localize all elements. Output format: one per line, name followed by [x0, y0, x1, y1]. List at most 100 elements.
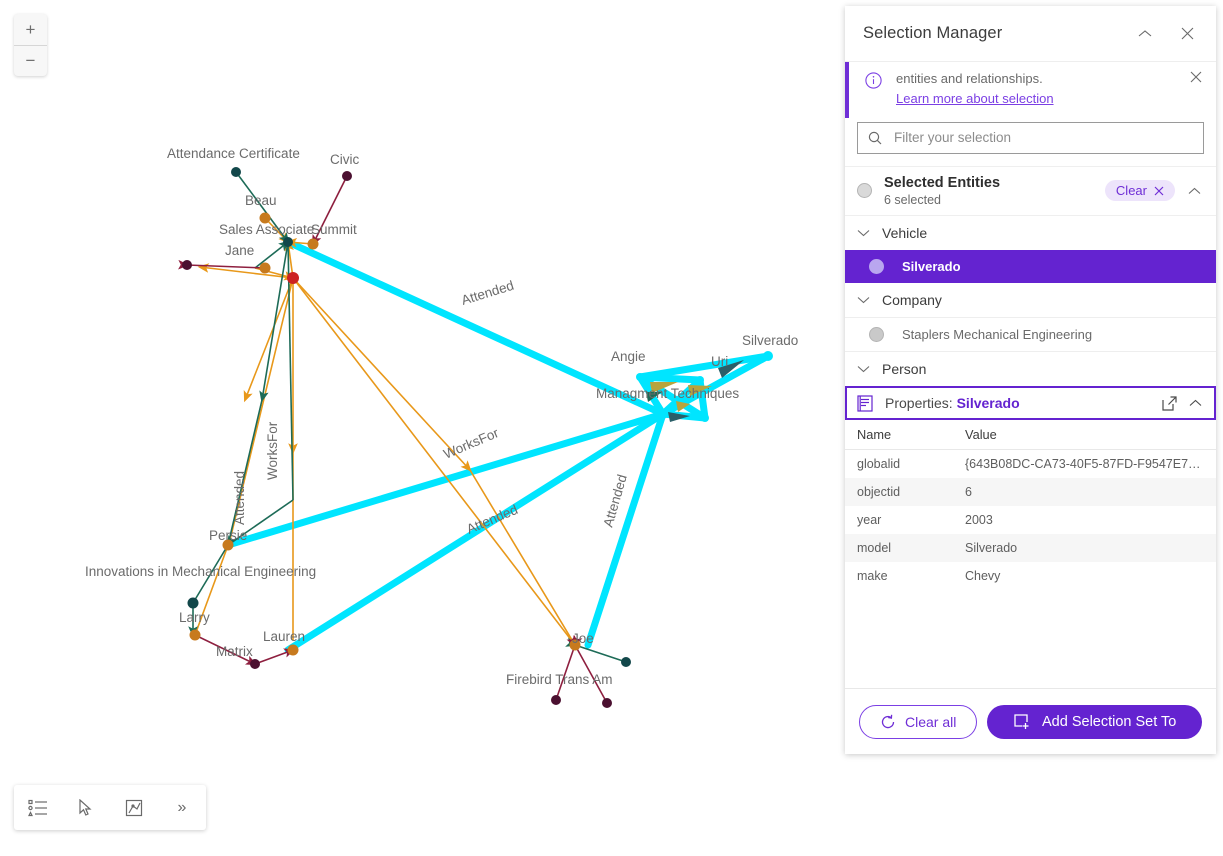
graph-node-label[interactable]: Larry	[179, 610, 210, 625]
clear-selection-button[interactable]: Clear	[1105, 180, 1175, 201]
graph-node-label[interactable]: Uri	[711, 354, 728, 369]
search-icon	[858, 131, 892, 145]
graph-bottom-toolbar[interactable]: »	[14, 785, 206, 830]
entity-radio[interactable]	[869, 259, 884, 274]
list-icon[interactable]	[14, 799, 62, 817]
graph-node-label[interactable]: Jane	[225, 243, 254, 258]
filter-input[interactable]	[892, 123, 1203, 153]
graph-node-label[interactable]: Beau	[245, 193, 277, 208]
close-panel-button[interactable]	[1166, 12, 1208, 56]
column-header-name: Name	[845, 427, 965, 442]
group-label: Company	[882, 292, 942, 308]
entity-label: Staplers Mechanical Engineering	[902, 327, 1092, 342]
properties-title-entity: Silverado	[957, 395, 1020, 411]
selected-entities-title: Selected Entities	[884, 175, 1105, 192]
group-label: Vehicle	[882, 225, 927, 241]
graph-node-label[interactable]: Silverado	[742, 333, 798, 348]
graph-edge-label: Attended	[459, 278, 515, 308]
properties-title-prefix: Properties:	[885, 395, 957, 411]
learn-more-link[interactable]: Learn more about selection	[896, 91, 1054, 106]
properties-header[interactable]: Properties: Silverado	[845, 386, 1216, 420]
chevron-down-icon	[857, 365, 870, 373]
info-banner: entities and relationships. Learn more a…	[845, 62, 1216, 118]
property-name: globalid	[845, 457, 965, 471]
info-icon	[865, 72, 882, 94]
selected-entities-count: 6 selected	[884, 193, 1105, 207]
add-selection-set-button[interactable]: Add Selection Set To	[987, 705, 1202, 739]
property-name: objectid	[845, 485, 965, 499]
properties-table: Name Value globalid{643B08DC-CA73-40F5-8…	[845, 420, 1216, 590]
group-label: Person	[882, 361, 926, 377]
open-in-new-window-icon[interactable]	[1156, 396, 1183, 411]
add-selection-label: Add Selection Set To	[1042, 714, 1176, 730]
property-value: 6	[965, 485, 1216, 499]
entity-row-staplers-mechanical-engineering[interactable]: Staplers Mechanical Engineering	[845, 317, 1216, 352]
property-value: 2003	[965, 513, 1216, 527]
graph-node-label[interactable]: Managment Techniques	[596, 386, 739, 401]
link-chart-canvas[interactable]: Attendance Certificate Civic Beau Sales Ass…	[0, 0, 845, 856]
info-message: entities and relationships.	[896, 70, 1188, 88]
column-header-value: Value	[965, 427, 1216, 442]
properties-row: objectid6	[845, 478, 1216, 506]
entity-radio[interactable]	[869, 327, 884, 342]
graph-node-label[interactable]: Innovations in Mechanical Engineering	[85, 564, 316, 579]
properties-table-header: Name Value	[845, 420, 1216, 450]
graph-node-label[interactable]: Lauren	[263, 629, 305, 644]
properties-row: modelSilverado	[845, 534, 1216, 562]
panel-footer: Clear all Add Selection Set To	[845, 688, 1216, 754]
zoom-out-button[interactable]: −	[14, 46, 47, 77]
collapse-properties-icon[interactable]	[1183, 399, 1208, 407]
clear-x-icon	[1154, 186, 1164, 196]
filter-row	[845, 118, 1216, 166]
selected-entities-texts: Selected Entities 6 selected	[884, 175, 1105, 208]
property-value: {643B08DC-CA73-40F5-87FD-F9547E7F99…	[965, 457, 1216, 471]
close-info-icon[interactable]	[1188, 70, 1204, 88]
graph-node-label[interactable]: Sales Associate	[219, 222, 314, 237]
properties-card: Properties: Silverado Name Value	[845, 386, 1216, 590]
graph-edge-label: Attended	[232, 471, 247, 525]
chevron-down-icon	[857, 229, 870, 237]
collapse-selected-entities-icon[interactable]	[1181, 187, 1208, 195]
group-header-company[interactable]: Company	[845, 283, 1216, 317]
properties-row: makeChevy	[845, 562, 1216, 590]
graph-node-label[interactable]: Persie	[209, 528, 247, 543]
reset-icon	[880, 714, 896, 730]
filter-box[interactable]	[857, 122, 1204, 154]
graph-node-label[interactable]: Summit	[311, 222, 357, 237]
properties-title: Properties: Silverado	[885, 395, 1156, 411]
app-root: Attendance Certificate Civic Beau Sales Ass…	[0, 0, 1223, 856]
zoom-controls[interactable]: + −	[14, 14, 47, 76]
zoom-in-button[interactable]: +	[14, 14, 47, 46]
clear-all-button[interactable]: Clear all	[859, 705, 977, 739]
more-icon[interactable]: »	[158, 799, 206, 817]
clear-all-label: Clear all	[905, 714, 956, 730]
selection-manager-panel: Selection Manager entities and relations…	[845, 6, 1216, 754]
graph-node-label[interactable]: Civic	[330, 152, 359, 167]
properties-rows: globalid{643B08DC-CA73-40F5-87FD-F9547E7…	[845, 450, 1216, 590]
selection-list: Selected Entities 6 selected Clear Vehic…	[845, 166, 1216, 688]
graph-node-label[interactable]: Attendance Certificate	[167, 146, 300, 161]
link-chart-icon[interactable]	[110, 799, 158, 817]
property-name: model	[845, 541, 965, 555]
graph-node-label[interactable]: Firebird Trans Am	[506, 672, 613, 687]
graph-node-label[interactable]: Angie	[611, 349, 646, 364]
group-header-vehicle[interactable]: Vehicle	[845, 216, 1216, 250]
info-text-wrap: entities and relationships. Learn more a…	[896, 70, 1188, 108]
selected-entities-radio[interactable]	[857, 183, 872, 198]
selected-entities-row[interactable]: Selected Entities 6 selected Clear	[845, 166, 1216, 217]
property-value: Chevy	[965, 569, 1216, 583]
panel-header: Selection Manager	[845, 6, 1216, 62]
properties-row: globalid{643B08DC-CA73-40F5-87FD-F9547E7…	[845, 450, 1216, 478]
property-value: Silverado	[965, 541, 1216, 555]
graph-node-label[interactable]: Matrix	[216, 644, 253, 659]
entity-row-silverado[interactable]: Silverado	[845, 250, 1216, 283]
chevron-down-icon	[857, 296, 870, 304]
collapse-panel-button[interactable]	[1124, 12, 1166, 56]
graph-edge-label: WorksFor	[441, 425, 501, 462]
page-title: Selection Manager	[863, 24, 1124, 43]
graph-node-label[interactable]: Joe	[572, 631, 594, 646]
group-header-person[interactable]: Person	[845, 352, 1216, 386]
properties-row: year2003	[845, 506, 1216, 534]
property-name: make	[845, 569, 965, 583]
pointer-icon[interactable]	[62, 799, 110, 817]
